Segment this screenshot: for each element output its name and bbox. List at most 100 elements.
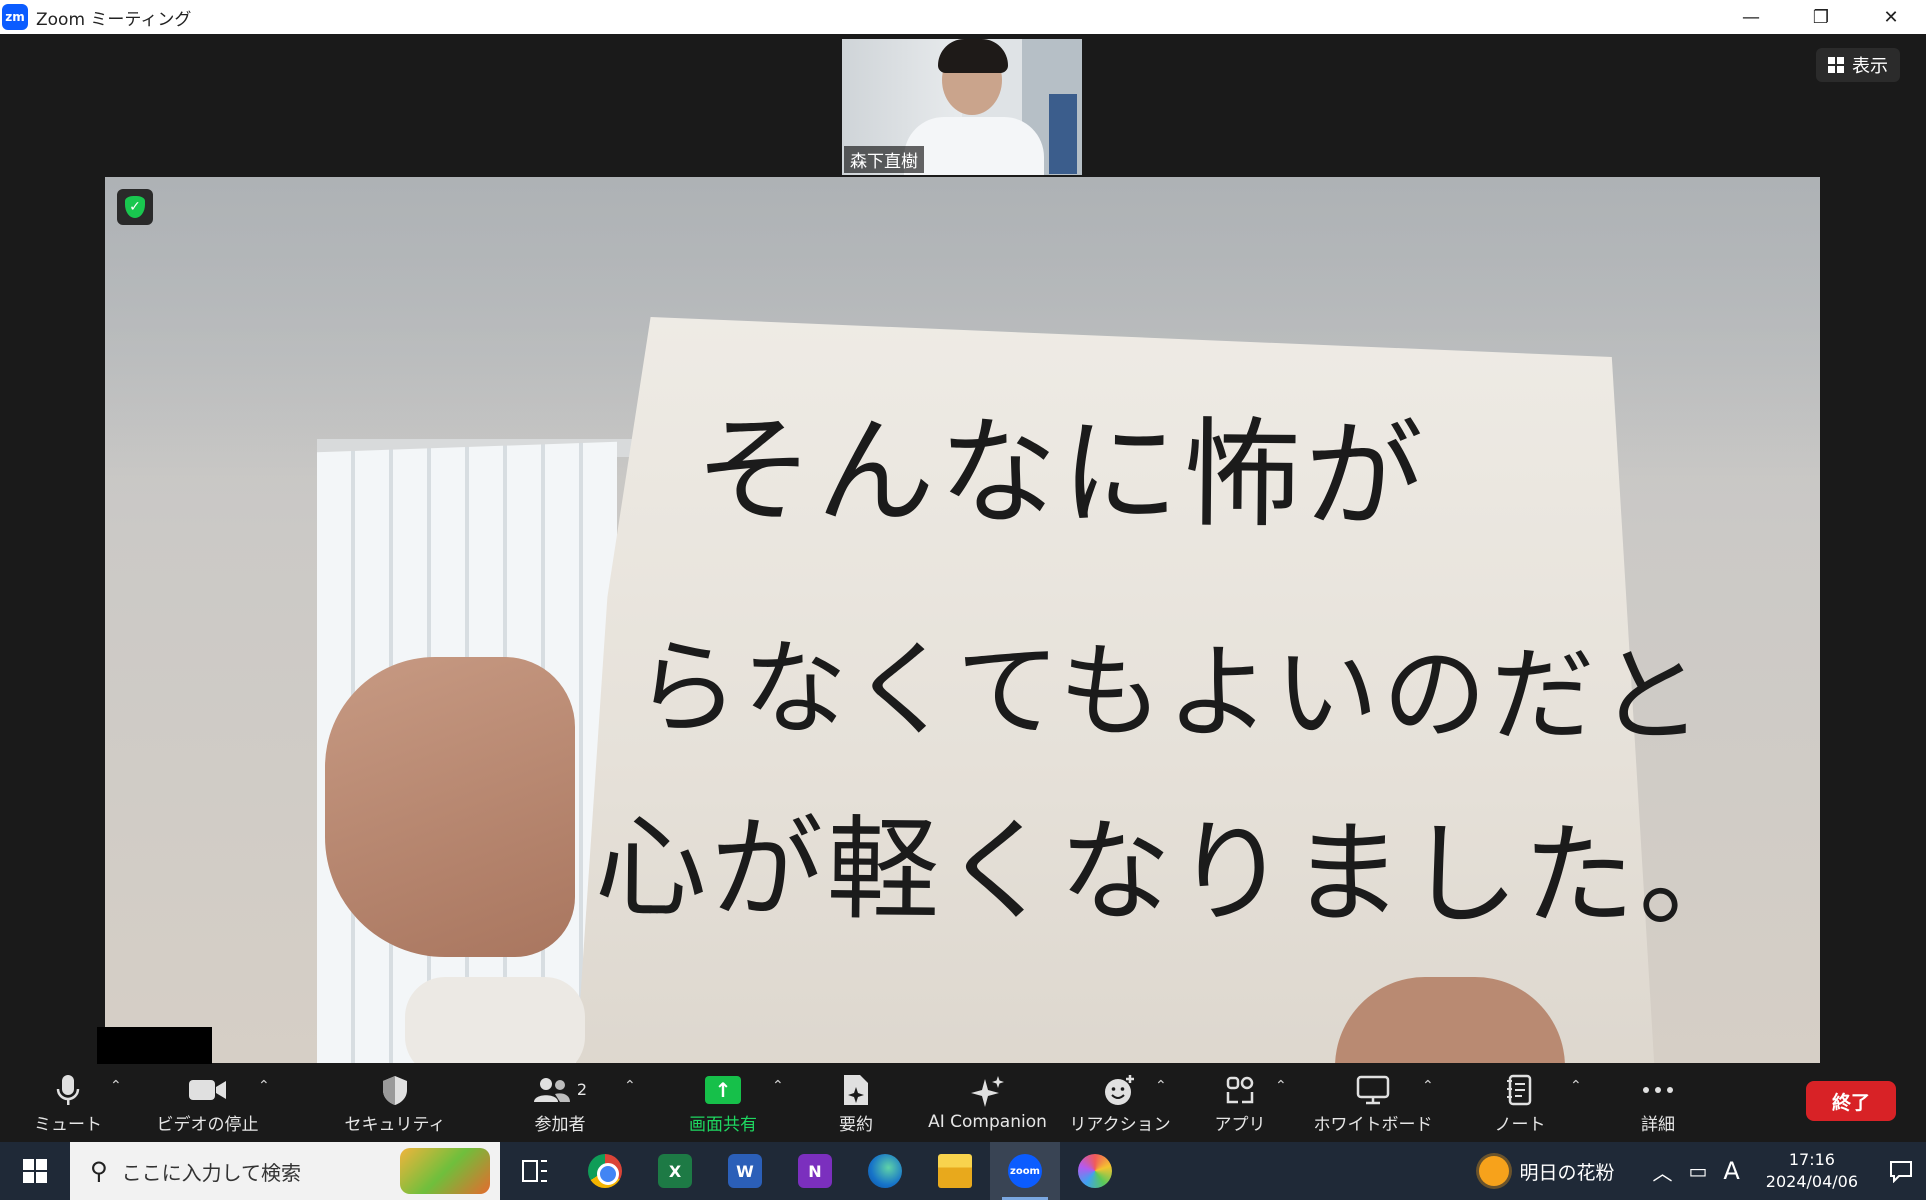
participants-label: 参加者 — [534, 1114, 586, 1135]
share-screen-icon: ↑ — [705, 1072, 741, 1108]
shield-check-icon: ✓ — [125, 196, 145, 218]
redacted-name-box — [97, 1027, 212, 1067]
participant-name-tag: 森下直樹 — [844, 146, 924, 173]
security-shield-icon — [381, 1072, 409, 1108]
onenote-taskbar-button[interactable]: N — [780, 1142, 850, 1200]
search-highlight-illustration-icon — [400, 1148, 490, 1194]
edge-taskbar-button[interactable] — [850, 1142, 920, 1200]
search-icon: ⚲ — [90, 1157, 108, 1185]
mute-label: ミュート — [34, 1114, 102, 1135]
view-button[interactable]: 表示 — [1816, 48, 1900, 82]
stop-video-label: ビデオの停止 — [156, 1114, 259, 1135]
window-controls: — ❐ ✕ — [1716, 0, 1926, 34]
reactions-button[interactable]: リアクション — [1069, 1064, 1171, 1142]
whiteboard-icon — [1356, 1072, 1390, 1108]
share-options-caret[interactable]: ⌃ — [772, 1078, 784, 1094]
excel-icon: X — [658, 1154, 692, 1188]
participant-hair — [938, 39, 1008, 73]
apps-options-caret[interactable]: ⌃ — [1275, 1078, 1287, 1094]
word-taskbar-button[interactable]: W — [710, 1142, 780, 1200]
video-camera-icon — [188, 1072, 228, 1108]
more-button[interactable]: 詳細 — [1628, 1064, 1688, 1142]
left-hand — [325, 657, 575, 957]
explorer-taskbar-button[interactable] — [920, 1142, 990, 1200]
share-screen-label: 画面共有 — [689, 1114, 757, 1135]
windows-logo-icon — [23, 1159, 47, 1183]
end-meeting-button[interactable]: 終了 — [1806, 1081, 1896, 1121]
meeting-toolbar: ミュート ⌃ ビデオの停止 ⌃ セキュリティ 2 参加者 ⌃ ↑ 画面共有 ⌃ … — [0, 1064, 1926, 1142]
security-button[interactable]: セキュリティ — [345, 1064, 446, 1142]
whiteboard-label: ホワイトボード — [1313, 1114, 1433, 1135]
clock[interactable]: 17:16 2024/04/06 — [1766, 1149, 1858, 1192]
chrome-taskbar-button[interactable] — [570, 1142, 640, 1200]
chrome-icon — [588, 1154, 622, 1188]
mute-options-caret[interactable]: ⌃ — [110, 1078, 122, 1094]
reactions-options-caret[interactable]: ⌃ — [1155, 1078, 1167, 1094]
apps-icon — [1225, 1072, 1255, 1108]
microphone-icon — [56, 1072, 80, 1108]
participants-button[interactable]: 2 参加者 — [520, 1064, 600, 1142]
taskbar-search[interactable]: ⚲ ここに入力して検索 — [70, 1142, 500, 1200]
stop-video-button[interactable]: ビデオの停止 — [155, 1064, 260, 1142]
more-dots-icon — [1641, 1072, 1675, 1108]
system-tray: 明日の花粉 ︿ ▭ A 17:16 2024/04/06 — [1479, 1142, 1926, 1200]
sun-icon — [1479, 1156, 1510, 1186]
apps-label: アプリ — [1214, 1114, 1266, 1135]
chevron-up-icon[interactable]: ︿ — [1652, 1157, 1672, 1186]
input-mode-indicator[interactable]: A — [1723, 1157, 1739, 1185]
participant-body — [904, 117, 1044, 175]
notes-options-caret[interactable]: ⌃ — [1570, 1078, 1582, 1094]
summary-document-icon — [842, 1072, 870, 1108]
sign-line-3: 心が軽くなりました。 — [594, 802, 1756, 944]
clock-time: 17:16 — [1788, 1150, 1835, 1170]
apps-button[interactable]: アプリ — [1210, 1064, 1270, 1142]
share-screen-button[interactable]: ↑ 画面共有 — [678, 1064, 768, 1142]
battery-icon[interactable]: ▭ — [1688, 1159, 1707, 1183]
ai-companion-button[interactable]: AI Companion — [925, 1064, 1050, 1142]
word-icon: W — [728, 1154, 762, 1188]
sign-line-1: そんなに怖が — [694, 400, 1428, 546]
folder-icon — [938, 1154, 972, 1188]
search-placeholder: ここに入力して検索 — [121, 1160, 301, 1185]
thumbnail-window — [1049, 94, 1077, 174]
task-view-button[interactable] — [500, 1142, 570, 1200]
title-bar: zm Zoom ミーティング — ❐ ✕ — [0, 0, 1926, 34]
close-button[interactable]: ✕ — [1856, 0, 1926, 34]
video-options-caret[interactable]: ⌃ — [258, 1078, 270, 1094]
whiteboard-options-caret[interactable]: ⌃ — [1422, 1078, 1434, 1094]
chat-bubble-icon — [1890, 1161, 1912, 1183]
sign-text: そんなに怖が らなくてもよいのだと 心が軽くなりました。 — [575, 277, 1755, 1063]
whiteboard-button[interactable]: ホワイトボード — [1314, 1064, 1433, 1142]
sign-line-2: らなくてもよいのだと — [634, 626, 1708, 758]
ai-companion-label: AI Companion — [928, 1112, 1047, 1132]
minimize-button[interactable]: — — [1716, 0, 1786, 34]
sparkle-icon — [970, 1074, 1005, 1110]
zoom-taskbar-button[interactable]: zoom — [990, 1142, 1060, 1200]
edge-icon — [868, 1154, 902, 1188]
excel-taskbar-button[interactable]: X — [640, 1142, 710, 1200]
grid-icon — [1828, 57, 1844, 73]
zoom-logo-icon: zm — [2, 4, 28, 30]
meeting-area: 表示 森下直樹 そんなに怖が らなくてもよいのだと 心が軽くなりました。 ✓ — [0, 34, 1926, 1064]
windows-taskbar: ⚲ ここに入力して検索 X W N zoom 明日の花粉 ︿ ▭ A 17:16 — [0, 1142, 1926, 1200]
notes-label: ノート — [1494, 1114, 1546, 1135]
smiley-add-icon — [1103, 1072, 1137, 1108]
weather-widget[interactable]: 明日の花粉 — [1479, 1156, 1614, 1186]
sleeve — [405, 977, 585, 1063]
notes-button[interactable]: ノート — [1490, 1064, 1550, 1142]
security-label: セキュリティ — [344, 1114, 446, 1135]
zoom-icon: zoom — [1008, 1154, 1042, 1188]
encryption-shield-icon[interactable]: ✓ — [117, 189, 153, 225]
window-title: Zoom ミーティング — [36, 9, 192, 30]
mute-button[interactable]: ミュート — [34, 1064, 102, 1142]
summary-button[interactable]: 要約 — [826, 1064, 886, 1142]
participants-count: 2 — [576, 1080, 588, 1099]
participants-icon: 2 — [533, 1072, 587, 1108]
main-video: そんなに怖が らなくてもよいのだと 心が軽くなりました。 ✓ — [105, 177, 1820, 1063]
participant-thumbnail[interactable]: 森下直樹 — [842, 39, 1082, 175]
start-button[interactable] — [0, 1142, 70, 1200]
restore-button[interactable]: ❐ — [1786, 0, 1856, 34]
notification-center-button[interactable] — [1876, 1142, 1926, 1200]
paint-taskbar-button[interactable] — [1060, 1142, 1130, 1200]
participants-options-caret[interactable]: ⌃ — [624, 1078, 636, 1094]
